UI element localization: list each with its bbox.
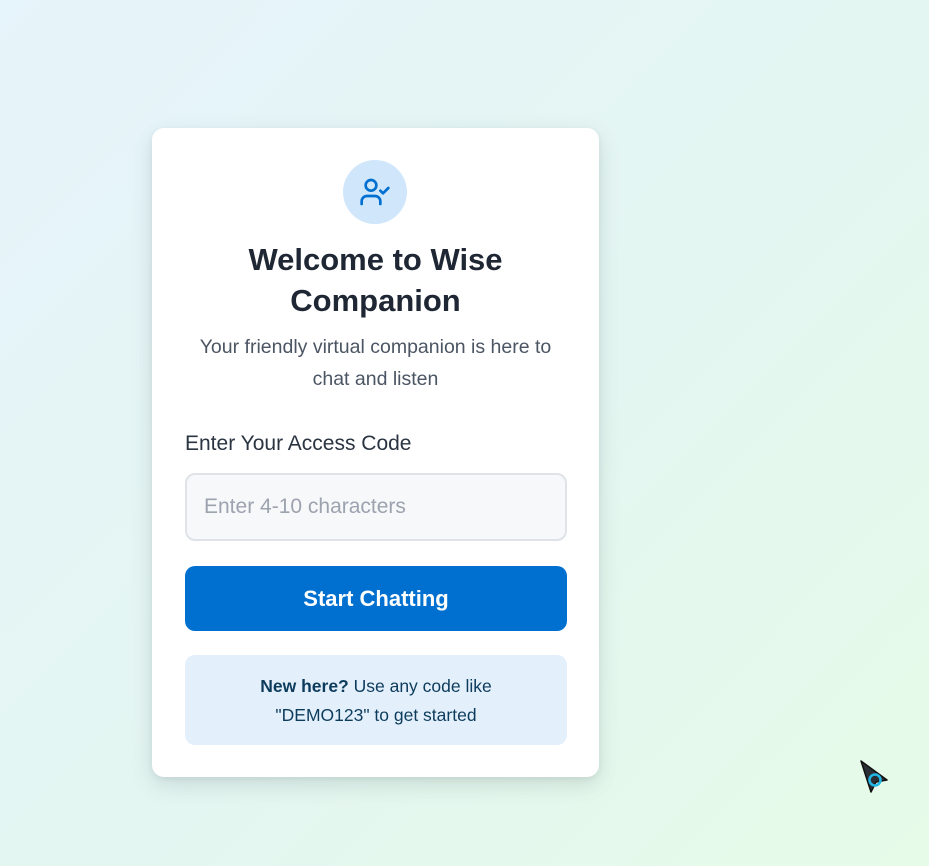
avatar [343, 160, 407, 224]
start-chatting-button[interactable]: Start Chatting [185, 566, 567, 631]
access-code-input[interactable] [185, 473, 567, 541]
access-code-label: Enter Your Access Code [185, 432, 412, 455]
user-check-icon [360, 178, 390, 206]
cursor-icon [860, 760, 888, 793]
login-card: Welcome to Wise Companion Your friendly … [152, 128, 599, 777]
page-title: Welcome to Wise Companion [248, 242, 503, 318]
new-user-hint: New here? Use any code like "DEMO123" to… [185, 655, 567, 745]
hint-bold-text: New here? [260, 676, 349, 696]
page-subtitle: Your friendly virtual companion is here … [199, 336, 552, 390]
